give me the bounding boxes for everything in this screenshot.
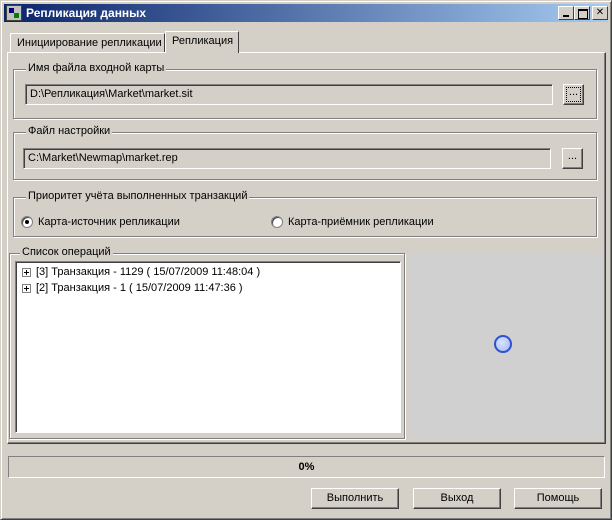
title-bar[interactable]: Репликация данных ✕	[4, 4, 608, 22]
settings-file-label: Файл настройки	[26, 125, 113, 137]
input-map-path-field[interactable]: D:\Репликация\Market\market.sit	[25, 84, 553, 105]
close-button[interactable]: ✕	[592, 6, 608, 20]
maximize-button[interactable]	[574, 6, 590, 20]
tab-label: Инициирование репликации	[17, 37, 162, 49]
minimize-button[interactable]	[558, 6, 574, 20]
browse-label: ...	[567, 150, 578, 162]
app-icon[interactable]	[6, 5, 22, 21]
operations-label: Список операций	[20, 246, 113, 258]
input-map-browse-button[interactable]: ...	[563, 84, 584, 105]
exit-button-label: Выход	[440, 492, 474, 504]
source-map-radio[interactable]	[21, 216, 33, 228]
run-button-label: Выполнить	[326, 492, 384, 504]
tab-initiate-replication[interactable]: Инициирование репликации	[10, 33, 165, 53]
replication-window: Репликация данных ✕ Инициирование реплик…	[0, 0, 612, 520]
close-icon: ✕	[595, 7, 605, 18]
operations-tree[interactable]: [3] Транзакция - 1129 ( 15/07/2009 11:48…	[15, 261, 401, 433]
settings-file-path-field[interactable]: C:\Market\Newmap\market.rep	[23, 148, 551, 169]
browse-label: ...	[568, 86, 579, 98]
tab-label: Репликация	[172, 35, 234, 47]
window-title: Репликация данных	[26, 6, 147, 20]
tree-item-label: [2] Транзакция - 1 ( 15/07/2009 11:47:36…	[36, 282, 243, 294]
exit-button[interactable]: Выход	[413, 488, 501, 509]
target-map-radio-label[interactable]: Карта-приёмник репликации	[288, 216, 434, 228]
busy-indicator-icon	[494, 335, 512, 353]
priority-label: Приоритет учёта выполненных транзакций	[26, 190, 250, 202]
tab-replication[interactable]: Репликация	[165, 31, 239, 53]
run-button[interactable]: Выполнить	[311, 488, 399, 509]
source-map-radio-label[interactable]: Карта-источник репликации	[38, 216, 180, 228]
input-map-label: Имя файла входной карты	[26, 62, 167, 74]
target-map-radio[interactable]	[271, 216, 283, 228]
tree-item-label: [3] Транзакция - 1129 ( 15/07/2009 11:48…	[36, 266, 261, 278]
help-button-label: Помощь	[536, 492, 580, 504]
progress-bar: 0%	[8, 456, 605, 478]
progress-text: 0%	[298, 461, 315, 473]
settings-file-browse-button[interactable]: ...	[562, 148, 583, 169]
expand-icon[interactable]	[22, 284, 31, 293]
help-button[interactable]: Помощь	[514, 488, 602, 509]
expand-icon[interactable]	[22, 268, 31, 277]
preview-panel	[410, 253, 604, 437]
